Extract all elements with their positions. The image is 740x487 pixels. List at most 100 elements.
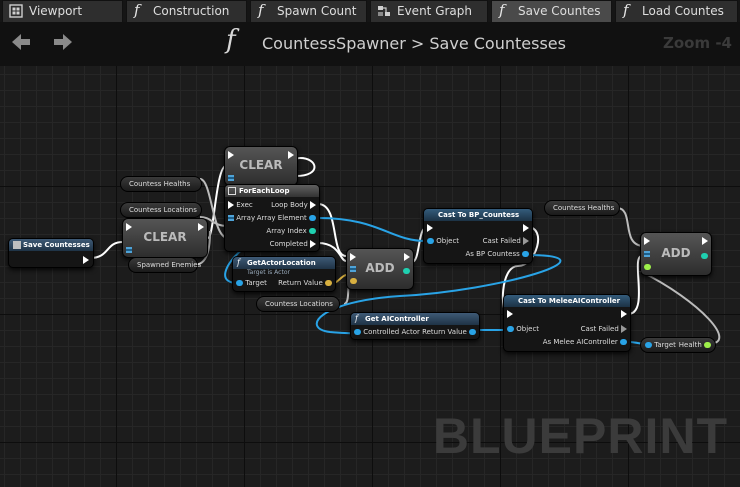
- return-value-pin[interactable]: Return Value: [278, 279, 332, 288]
- tab-label: Event Graph: [397, 4, 472, 18]
- tab-spawn-count[interactable]: f Spawn Count: [250, 0, 367, 22]
- index-out-pin[interactable]: [403, 267, 410, 276]
- object-pin[interactable]: Object: [507, 325, 539, 334]
- tab-construction[interactable]: f Construction: [126, 0, 247, 22]
- breadcrumb: CountessSpawner > Save Countesses: [262, 34, 566, 53]
- pin-label: Return Value: [422, 328, 467, 336]
- function-icon: f: [355, 314, 358, 323]
- exec-out-pin[interactable]: [83, 256, 89, 265]
- variable-label: Countess Healths: [553, 204, 615, 212]
- add-node-healths[interactable]: ADD: [640, 232, 712, 276]
- cast-title: Cast To MeleeAIController: [504, 295, 630, 307]
- array-in-pin[interactable]: [350, 265, 356, 274]
- exec-in-pin[interactable]: [228, 151, 234, 160]
- target-pin[interactable]: Target: [236, 279, 267, 288]
- controlled-actor-pin[interactable]: Controlled Actor: [354, 328, 420, 337]
- tab-label: Viewport: [29, 4, 83, 18]
- node-subtitle: Target is Actor: [247, 269, 290, 276]
- add-node-locations[interactable]: ADD: [346, 248, 414, 290]
- variable-label: Countess Locations: [265, 300, 333, 308]
- clear-label: CLEAR: [239, 158, 283, 172]
- tab-save-countesses[interactable]: f Save Countes: [491, 0, 612, 22]
- function-icon: [13, 241, 21, 249]
- pin-label: As Melee AIController: [542, 338, 618, 346]
- pin-label: Loop Body: [271, 201, 308, 209]
- variable-countess-healths[interactable]: Countess Healths: [120, 176, 202, 192]
- exec-in-pin[interactable]: Exec: [228, 201, 253, 210]
- exec-in-pin[interactable]: [427, 224, 433, 233]
- completed-pin[interactable]: Completed: [270, 240, 316, 249]
- event-graph-icon: [378, 6, 390, 16]
- item-in-pin[interactable]: [350, 277, 357, 286]
- health-getter-node[interactable]: Target Health: [640, 337, 716, 353]
- graph-canvas[interactable]: BLUEPRINT Save Countesses CLEAR CLEAR Co…: [0, 66, 740, 487]
- variable-countess-locations[interactable]: Countess Locations: [120, 202, 202, 218]
- cast-failed-pin[interactable]: Cast Failed: [581, 325, 627, 334]
- breadcrumb-separator: >: [410, 34, 425, 53]
- exec-in-pin[interactable]: [644, 237, 650, 246]
- exec-out-pin[interactable]: [702, 237, 708, 246]
- tab-label: Construction: [153, 4, 230, 18]
- exec-out-pin[interactable]: [621, 310, 627, 319]
- as-bp-countess-pin[interactable]: As BP Countess: [465, 250, 529, 259]
- array-wire: [639, 270, 721, 345]
- tab-label: Spawn Count: [277, 4, 357, 18]
- clear-label: CLEAR: [143, 230, 187, 244]
- return-value-pin[interactable]: Return Value: [422, 328, 476, 337]
- entry-node[interactable]: Save Countesses: [8, 238, 94, 268]
- foreach-title: ForEachLoop: [225, 185, 319, 197]
- clear-node-locations[interactable]: CLEAR: [122, 218, 208, 258]
- loop-icon: [228, 187, 236, 195]
- tab-bar: Viewport f Construction f Spawn Count Ev…: [0, 0, 740, 23]
- function-icon: f: [499, 1, 505, 19]
- exec-wire: [89, 241, 124, 259]
- exec-out-pin[interactable]: [288, 151, 294, 160]
- as-melee-ai-controller-pin[interactable]: As Melee AIController: [543, 338, 627, 347]
- array-in-pin[interactable]: [228, 174, 234, 183]
- index-out-pin[interactable]: [701, 252, 708, 261]
- exec-in-pin[interactable]: [507, 310, 513, 319]
- pin-label: Return Value: [278, 279, 323, 287]
- pin-label: Object: [516, 325, 540, 333]
- back-arrow-icon[interactable]: [10, 31, 32, 53]
- tab-label: Load Countes: [642, 4, 724, 18]
- breadcrumb-bar: f CountessSpawner > Save Countesses Zoom…: [0, 22, 740, 66]
- exec-out-pin[interactable]: [523, 224, 529, 233]
- breadcrumb-function[interactable]: Save Countesses: [429, 34, 566, 53]
- get-ai-controller-title: Get AIController: [351, 313, 479, 325]
- forward-arrow-icon[interactable]: [52, 31, 74, 53]
- get-ai-controller-node[interactable]: Get AIController f Controlled Actor Retu…: [350, 312, 480, 340]
- exec-wire: [317, 203, 347, 257]
- health-output-pin[interactable]: Health: [679, 338, 711, 353]
- cast-failed-pin[interactable]: Cast Failed: [483, 237, 529, 246]
- clear-node-healths[interactable]: CLEAR: [224, 146, 298, 186]
- variable-countess-healths-2[interactable]: Countess Healths: [544, 200, 620, 216]
- exec-out-pin[interactable]: [198, 223, 204, 232]
- array-index-pin[interactable]: Array Index: [266, 227, 316, 236]
- entry-node-title: Save Countesses: [9, 239, 93, 251]
- tab-load-countesses[interactable]: f Load Countes: [615, 0, 738, 22]
- tab-viewport[interactable]: Viewport: [2, 0, 123, 22]
- exec-in-pin[interactable]: [126, 223, 132, 232]
- pin-label: Array Element: [256, 214, 307, 222]
- variable-spawned-enemies[interactable]: Spawned Enemies: [128, 257, 202, 273]
- variable-label: Spawned Enemies: [137, 261, 202, 269]
- array-in-pin[interactable]: Array: [228, 214, 255, 223]
- exec-out-pin[interactable]: [404, 253, 410, 262]
- array-in-pin[interactable]: [126, 246, 132, 255]
- object-pin[interactable]: Object: [427, 237, 459, 246]
- tab-event-graph[interactable]: Event Graph: [370, 0, 488, 22]
- cast-to-bp-countess-node[interactable]: Cast To BP_Countess Object Cast Failed A…: [423, 208, 533, 264]
- function-icon: f: [237, 258, 240, 267]
- array-element-pin[interactable]: Array Element: [257, 214, 316, 223]
- function-icon: f: [258, 1, 264, 19]
- exec-in-pin[interactable]: [350, 253, 356, 262]
- foreach-loop-node[interactable]: ForEachLoop Exec Array Loop Body Array E…: [224, 184, 320, 252]
- breadcrumb-graph[interactable]: CountessSpawner: [262, 34, 406, 53]
- variable-countess-locations-2[interactable]: Countess Locations: [256, 296, 340, 312]
- get-actor-location-node[interactable]: GetActorLocation f Target is Actor Targe…: [232, 256, 336, 292]
- loop-body-pin[interactable]: Loop Body: [271, 201, 316, 210]
- cast-to-melee-ai-controller-node[interactable]: Cast To MeleeAIController Object Cast Fa…: [503, 294, 631, 352]
- array-in-pin[interactable]: [644, 250, 650, 259]
- item-in-pin[interactable]: [644, 263, 651, 272]
